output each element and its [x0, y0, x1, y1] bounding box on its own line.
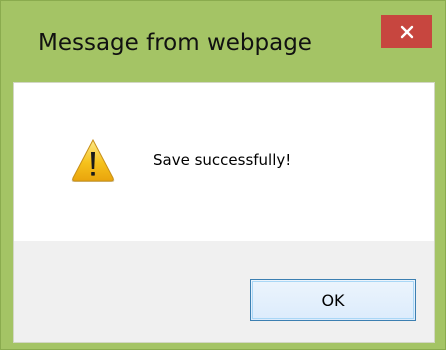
dialog-body: Save successfully! OK: [13, 82, 435, 343]
close-button[interactable]: [381, 15, 432, 48]
message-area: Save successfully!: [14, 83, 434, 241]
title-bar[interactable]: Message from webpage: [1, 1, 445, 83]
warning-icon: [71, 138, 115, 182]
dialog-title: Message from webpage: [38, 30, 312, 56]
message-dialog: Message from webpage Save successfully! …: [0, 0, 446, 350]
button-bar: OK: [14, 241, 434, 342]
message-text: Save successfully!: [153, 151, 292, 169]
ok-button[interactable]: OK: [250, 279, 416, 321]
close-icon: [400, 25, 413, 38]
